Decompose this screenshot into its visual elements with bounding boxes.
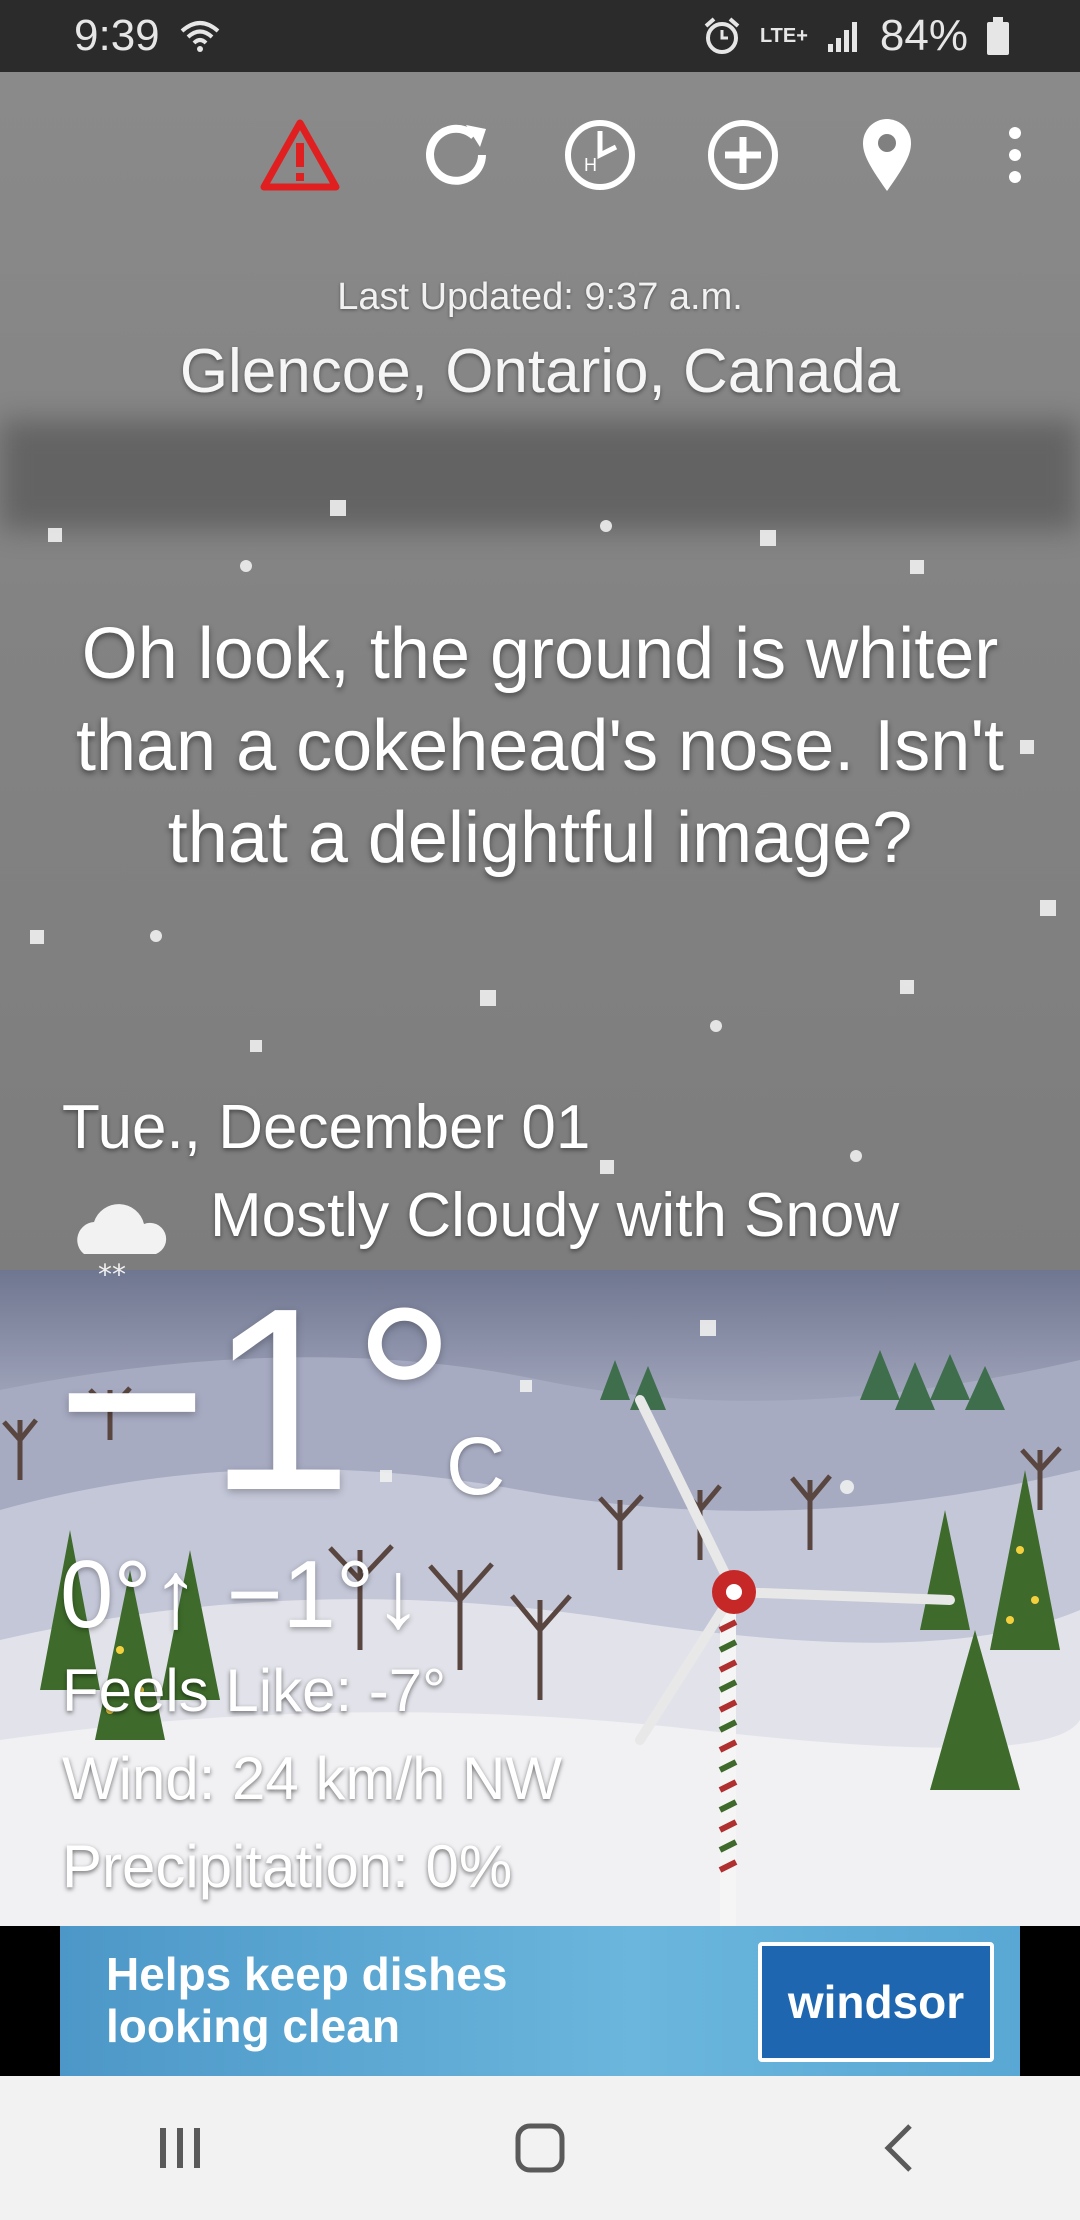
feels-like: Feels Like: -7° (62, 1657, 447, 1724)
high-low: 0°↑ −1°↓ (60, 1541, 423, 1648)
toolbar: H (0, 110, 1080, 210)
location-pin-icon (863, 119, 911, 191)
weather-commentary: Oh look, the ground is whiter than a cok… (75, 614, 1005, 878)
current-temperature: −1° (56, 1255, 457, 1545)
snowflake (240, 560, 252, 572)
ad-brand-logo: windsor (758, 1942, 994, 2062)
location-button[interactable] (842, 110, 932, 200)
snowflake (250, 1040, 262, 1052)
ad-banner[interactable]: Helps keep dishes looking clean windsor (0, 1926, 1080, 2076)
snowflake (150, 930, 162, 942)
ad-headline-line1: Helps keep dishes (106, 1948, 508, 2000)
snowflake (710, 1020, 722, 1032)
battery-icon (987, 17, 1009, 55)
location-title[interactable]: Glencoe, Ontario, Canada (0, 336, 1080, 407)
back-icon (884, 2124, 912, 2172)
hourly-icon: H (565, 120, 635, 190)
snowflake (1020, 740, 1034, 754)
snowflake (900, 980, 914, 994)
system-nav-bar (0, 2076, 1080, 2220)
overflow-menu-icon (1009, 127, 1021, 183)
wind: Wind: 24 km/h NW (62, 1745, 563, 1812)
snowflake (910, 560, 924, 574)
snowflake (1040, 900, 1056, 916)
snowflake (700, 1320, 716, 1336)
precipitation: Precipitation: 0% (62, 1833, 513, 1900)
snowflake (330, 500, 346, 516)
battery-percent: 84% (879, 11, 968, 60)
snowflake (30, 930, 44, 944)
refresh-icon (426, 124, 486, 185)
forecast-date: Tue., December 01 (62, 1093, 591, 1162)
alarm-icon (704, 17, 740, 54)
ad-headline-line2: looking clean (106, 2000, 400, 2052)
signal-icon (827, 22, 857, 52)
ad-creative[interactable]: Helps keep dishes looking clean windsor (60, 1926, 1020, 2076)
alert-button[interactable] (255, 110, 345, 200)
hourly-button[interactable]: H (555, 110, 645, 200)
status-bar: 9:39 LTE+ 84% (0, 0, 1080, 72)
alert-icon (260, 119, 340, 191)
svg-text:H: H (584, 155, 597, 175)
wifi-icon (180, 21, 219, 52)
last-updated: Last Updated: 9:37 a.m. (337, 276, 743, 318)
snowflake (840, 1480, 854, 1494)
snowflake (850, 1150, 862, 1162)
add-location-button[interactable] (698, 110, 788, 200)
add-location-icon (708, 120, 778, 190)
overflow-menu-button[interactable] (970, 110, 1060, 200)
snowflake (48, 528, 62, 542)
home-icon (515, 2123, 565, 2173)
snowflake (520, 1380, 532, 1392)
back-button[interactable] (840, 2098, 960, 2198)
recents-button[interactable] (120, 2098, 240, 2198)
snowflake (600, 1160, 614, 1174)
lte-icon: LTE+ (759, 24, 808, 47)
cloud-band (0, 420, 1080, 530)
ad-headline: Helps keep dishes looking clean (106, 1948, 507, 2052)
home-button[interactable] (480, 2098, 600, 2198)
temperature-unit[interactable]: C (446, 1420, 505, 1514)
refresh-button[interactable] (411, 110, 501, 200)
status-time: 9:39 (74, 11, 160, 60)
snowflake (480, 990, 496, 1006)
recents-icon (160, 2128, 200, 2168)
snowflake (760, 530, 776, 546)
condition-text: Mostly Cloudy with Snow (210, 1181, 900, 1250)
snowflake (600, 520, 612, 532)
